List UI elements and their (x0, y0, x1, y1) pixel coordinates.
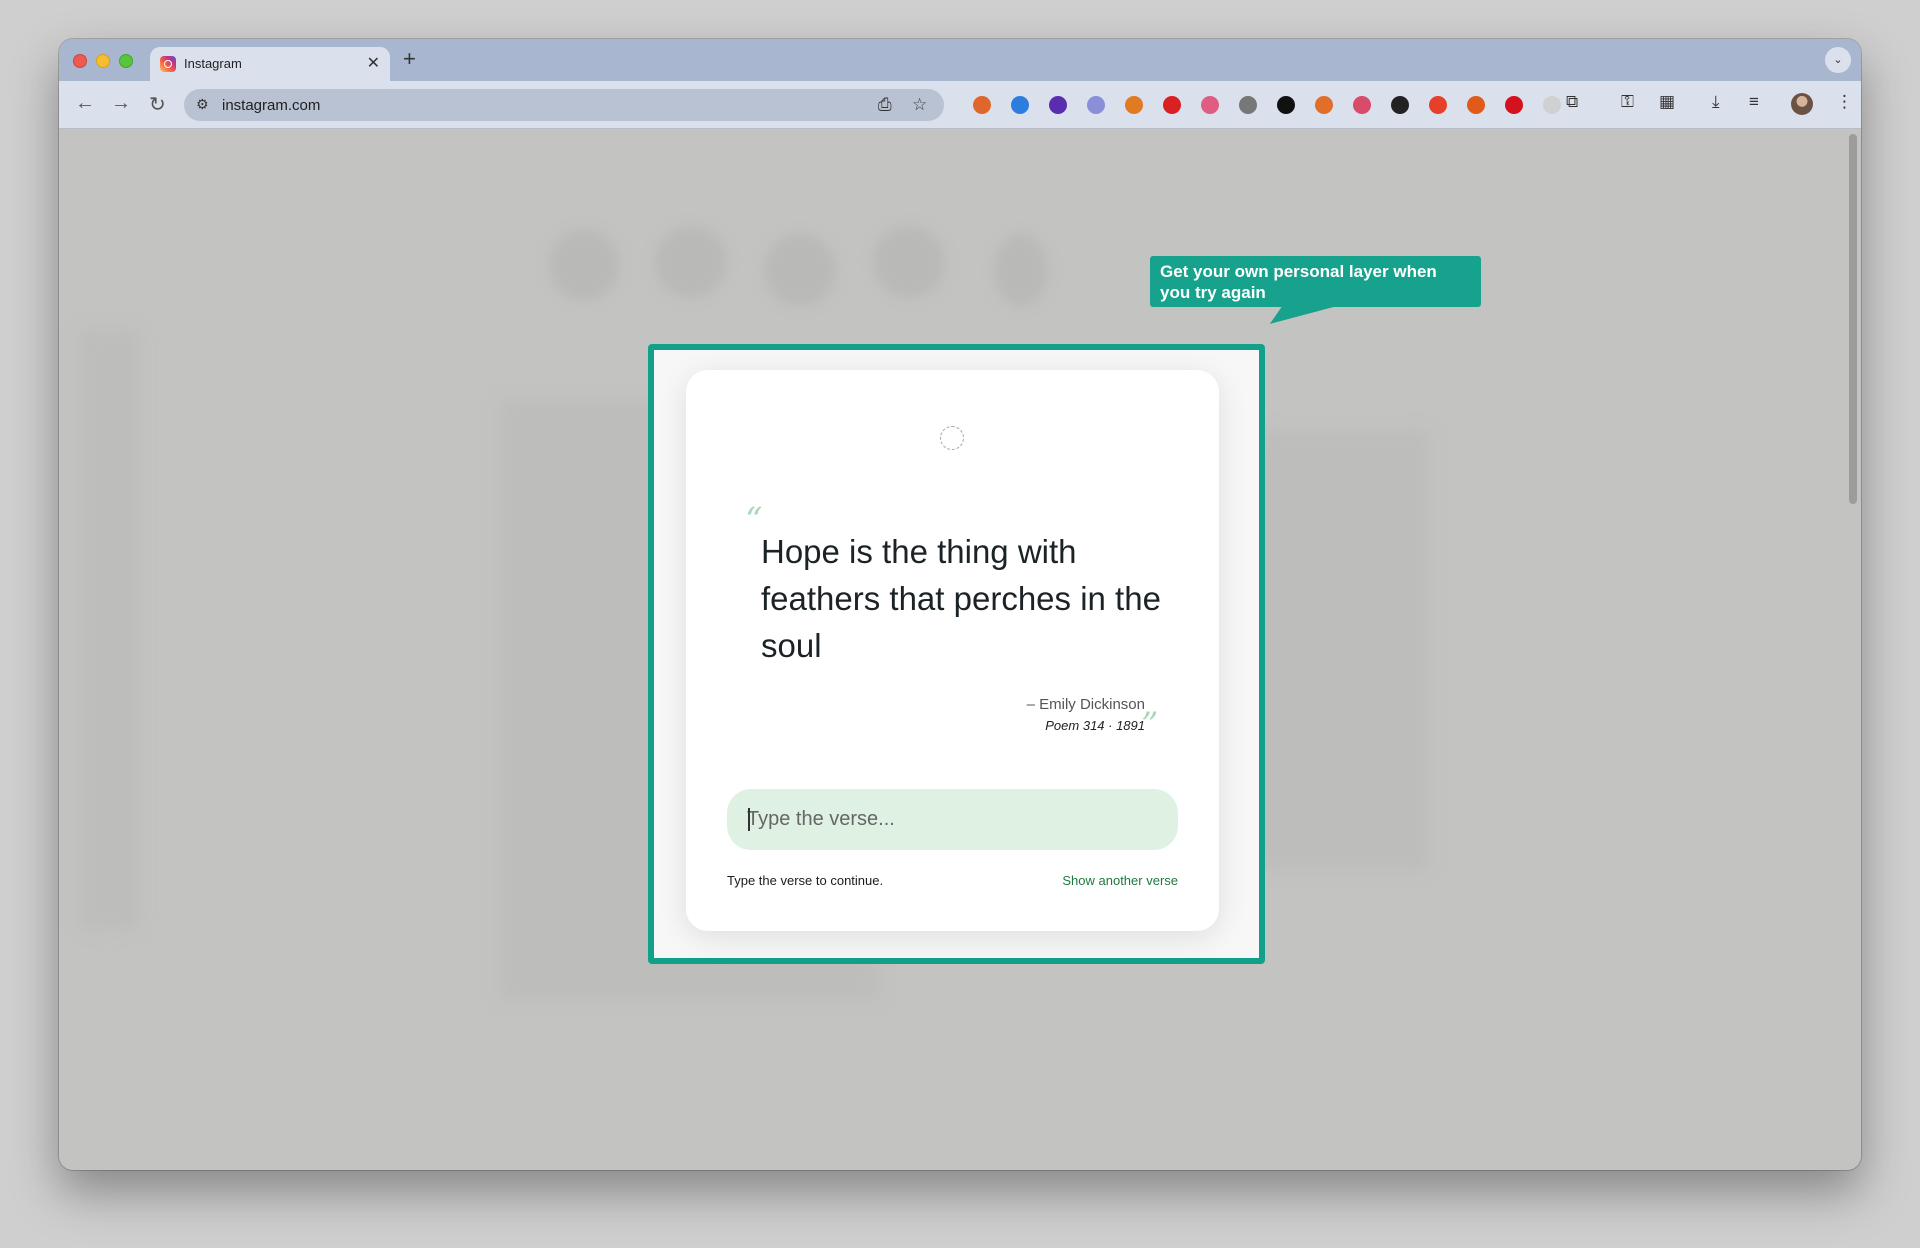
extension-icon[interactable] (1315, 96, 1333, 114)
extension-icon[interactable] (1125, 96, 1143, 114)
password-key-icon[interactable]: ⚿ (1621, 92, 1634, 112)
tab-title: Instagram (184, 56, 242, 71)
extension-icon[interactable] (1353, 96, 1371, 114)
site-info-icon[interactable]: ⚙ (196, 96, 209, 113)
forward-icon[interactable]: → (111, 92, 131, 115)
blurred-story (764, 234, 836, 306)
verse-input[interactable] (727, 789, 1178, 850)
extension-icon[interactable] (1505, 96, 1523, 114)
minimize-window-button[interactable] (96, 54, 110, 68)
extension-icon[interactable] (1087, 96, 1105, 114)
bookmark-star-icon[interactable]: ☆ (912, 95, 927, 115)
new-tab-button[interactable]: + (403, 46, 416, 72)
tab-close-icon[interactable]: ✕ (367, 53, 380, 73)
text-caret (748, 808, 750, 831)
loading-spinner-icon (940, 426, 964, 450)
extension-icon[interactable] (1391, 96, 1409, 114)
verse-hint: Type the verse to continue. (727, 873, 884, 888)
install-app-icon[interactable]: ⎙ (878, 95, 892, 115)
blurred-story (873, 226, 945, 298)
extension-icon[interactable] (1163, 96, 1181, 114)
show-another-verse-link[interactable]: Show another verse (1062, 873, 1178, 888)
verse-text: Hope is the thing with feathers that per… (761, 533, 1161, 664)
extension-icon[interactable] (1277, 96, 1295, 114)
url-text[interactable]: instagram.com (222, 97, 320, 114)
extension-icon[interactable] (1049, 96, 1067, 114)
open-quote-icon: “ (745, 500, 763, 540)
blurred-suggestions (1259, 430, 1429, 870)
blurred-story (655, 226, 727, 298)
maximize-window-button[interactable] (119, 54, 133, 68)
tab-strip: Instagram ✕ + ⌄ (59, 39, 1861, 81)
browser-toolbar: ← → ↻ ⚙ instagram.com ⎙ ☆ ⧉ ⚿ ▦ ⤓ ≡ ⋮ (59, 81, 1861, 129)
blurred-sidebar (79, 330, 139, 930)
scrollbar[interactable] (1849, 134, 1857, 504)
back-icon[interactable]: ← (75, 92, 95, 115)
instagram-icon (160, 56, 176, 72)
download-icon[interactable]: ⤓ (1712, 92, 1720, 112)
qr-code-icon[interactable]: ▦ (1659, 92, 1675, 112)
extensions-icon[interactable]: ⧉ (1566, 92, 1578, 112)
extension-icon[interactable] (1201, 96, 1219, 114)
address-bar[interactable]: ⚙ instagram.com ⎙ ☆ (184, 89, 944, 121)
extension-icon[interactable] (1543, 96, 1561, 114)
verse-card: “ Hope is the thing with feathers that p… (686, 370, 1219, 931)
menu-icon[interactable]: ⋮ (1836, 92, 1853, 112)
tab-instagram[interactable]: Instagram ✕ (150, 47, 390, 81)
extension-icon[interactable] (973, 96, 991, 114)
profile-avatar[interactable] (1791, 93, 1813, 115)
media-control-icon[interactable]: ≡ (1749, 92, 1759, 112)
extension-icon[interactable] (1011, 96, 1029, 114)
extension-icon[interactable] (1429, 96, 1447, 114)
close-quote-icon: ” (1141, 705, 1159, 745)
close-window-button[interactable] (73, 54, 87, 68)
extension-icon[interactable] (1467, 96, 1485, 114)
tooltip-bubble: Get your own personal layer when you try… (1150, 256, 1481, 307)
blurred-story (549, 230, 619, 300)
reload-icon[interactable]: ↻ (149, 92, 166, 117)
verse-source: Poem 314 · 1891 (1045, 718, 1145, 733)
extension-icon[interactable] (1239, 96, 1257, 114)
tab-search-button[interactable]: ⌄ (1825, 47, 1851, 73)
verse-author: – Emily Dickinson (1026, 696, 1145, 713)
blurred-story (994, 234, 1048, 306)
